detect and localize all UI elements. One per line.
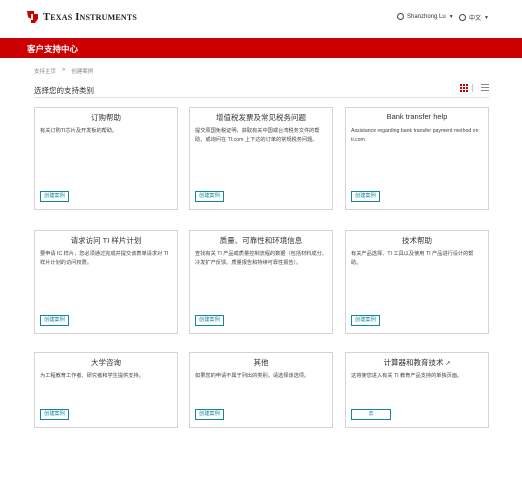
banner-title: 客户支持中心 — [27, 44, 79, 54]
chevron-down-icon: ▼ — [448, 13, 454, 20]
page-title: 选择您的支持类别 — [34, 86, 94, 95]
card-description: 要申请 IC 样片，您必须通过完成并提交该表单请求对 TI 样片计划的访问权限。 — [40, 251, 169, 266]
card-description: Assistance regarding bank transfer payme… — [351, 128, 479, 143]
card-description: 有关订购TI芯片及开发板的帮助。 — [40, 128, 118, 134]
card-title: 质量、可靠性和环境信息 — [219, 236, 303, 245]
page-banner: 客户支持中心 — [0, 38, 522, 58]
ti-logo[interactable]: TEXAS INSTRUMENTS — [26, 10, 137, 24]
create-case-button[interactable]: 创建案例 — [195, 191, 224, 202]
grid-view-icon[interactable] — [460, 84, 468, 92]
category-card-quality: 质量、可靠性和环境信息 查找有关 TI 产品或质量控制流程的数据（包括材料成分、… — [189, 230, 333, 334]
user-icon — [397, 13, 404, 20]
category-card-vat-tax: 增值税发票及常见税务问题 提交原国免税证明、获取有关中国或台湾税务文件的帮助、或… — [189, 107, 333, 210]
card-title: 请求访问 TI 样片计划 — [70, 236, 142, 245]
top-navigation-bar: TEXAS INSTRUMENTS Shanzhong Lu ▼ 中文 ▼ — [0, 0, 522, 38]
category-card-university: 大学咨询 为工程教育工作者、研究者和学生提供支持。 创建案例 — [34, 352, 178, 428]
card-description: 查找有关 TI 产品或质量控制流程的数据（包括材料成分、冷发扩产反馈、质量报告和… — [195, 251, 327, 266]
card-title: 大学咨询 — [91, 358, 121, 367]
card-description: 为工程教育工作者、研究者和学生提供支持。 — [40, 373, 144, 379]
go-button[interactable]: 去 — [351, 409, 391, 420]
card-description: 这将使您进入有关 TI 教育产品支持的单独页面。 — [351, 373, 463, 379]
section-divider — [34, 97, 489, 98]
category-card-other: 其他 如果您的申请不属于列出的类别，请选择该选项。 创建案例 — [189, 352, 333, 428]
create-case-button[interactable]: 创建案例 — [40, 315, 69, 326]
breadcrumb-separator: > — [62, 67, 66, 73]
card-description: 有关产品选择、TI 工具以及使用 TI 产品进行设计的帮助。 — [351, 251, 474, 266]
list-view-icon[interactable] — [481, 84, 489, 92]
external-link-icon: ↗ — [445, 361, 451, 367]
create-case-button[interactable]: 创建案例 — [40, 409, 69, 420]
card-title-text: 计算器和教育技术 — [383, 358, 444, 367]
category-card-technical: 技术帮助 有关产品选择、TI 工具以及使用 TI 产品进行设计的帮助。 创建案例 — [345, 230, 489, 334]
create-case-button[interactable]: 创建案例 — [351, 191, 380, 202]
card-description: 提交原国免税证明、获取有关中国或台湾税务文件的帮助、或询问在 TI.com 上下… — [195, 128, 320, 143]
create-case-button[interactable]: 创建案例 — [351, 315, 380, 326]
card-title: 计算器和教育技术 ↗ — [346, 357, 488, 368]
view-toggle-divider — [472, 84, 473, 92]
card-title: 技术帮助 — [402, 236, 432, 245]
create-case-button[interactable]: 创建案例 — [40, 191, 69, 202]
category-card-calculators: 计算器和教育技术 ↗ 这将使您进入有关 TI 教育产品支持的单独页面。 去 — [345, 352, 489, 428]
language-selector[interactable]: 中文 ▼ — [459, 13, 489, 22]
card-title: Bank transfer help — [386, 112, 448, 121]
card-title: 订购帮助 — [91, 113, 121, 122]
create-case-button[interactable]: 创建案例 — [195, 315, 224, 326]
card-description: 如果您的申请不属于列出的类别，请选择该选项。 — [195, 373, 310, 379]
breadcrumb: 支持主页 > 创建案例 — [34, 67, 93, 75]
chevron-down-icon: ▼ — [484, 14, 489, 21]
card-title: 增值税发票及常见税务问题 — [216, 113, 306, 122]
category-card-sample-access: 请求访问 TI 样片计划 要申请 IC 样片，您必须通过完成并提交该表单请求对 … — [34, 230, 178, 334]
card-title: 其他 — [253, 358, 269, 367]
breadcrumb-current: 创建案例 — [71, 69, 94, 75]
breadcrumb-home-link[interactable]: 支持主页 — [34, 67, 56, 75]
category-card-bank-transfer: Bank transfer help Assistance regarding … — [345, 107, 489, 210]
user-name: Shanzhong Lu — [407, 13, 446, 20]
category-card-ordering: 订购帮助 有关订购TI芯片及开发板的帮助。 创建案例 — [34, 107, 178, 210]
language-label: 中文 — [469, 16, 482, 22]
ti-logo-icon — [27, 11, 38, 23]
create-case-button[interactable]: 创建案例 — [195, 409, 224, 420]
user-menu[interactable]: Shanzhong Lu ▼ — [397, 13, 454, 20]
brand-name: TEXAS INSTRUMENTS — [43, 11, 138, 23]
globe-icon — [459, 14, 466, 21]
